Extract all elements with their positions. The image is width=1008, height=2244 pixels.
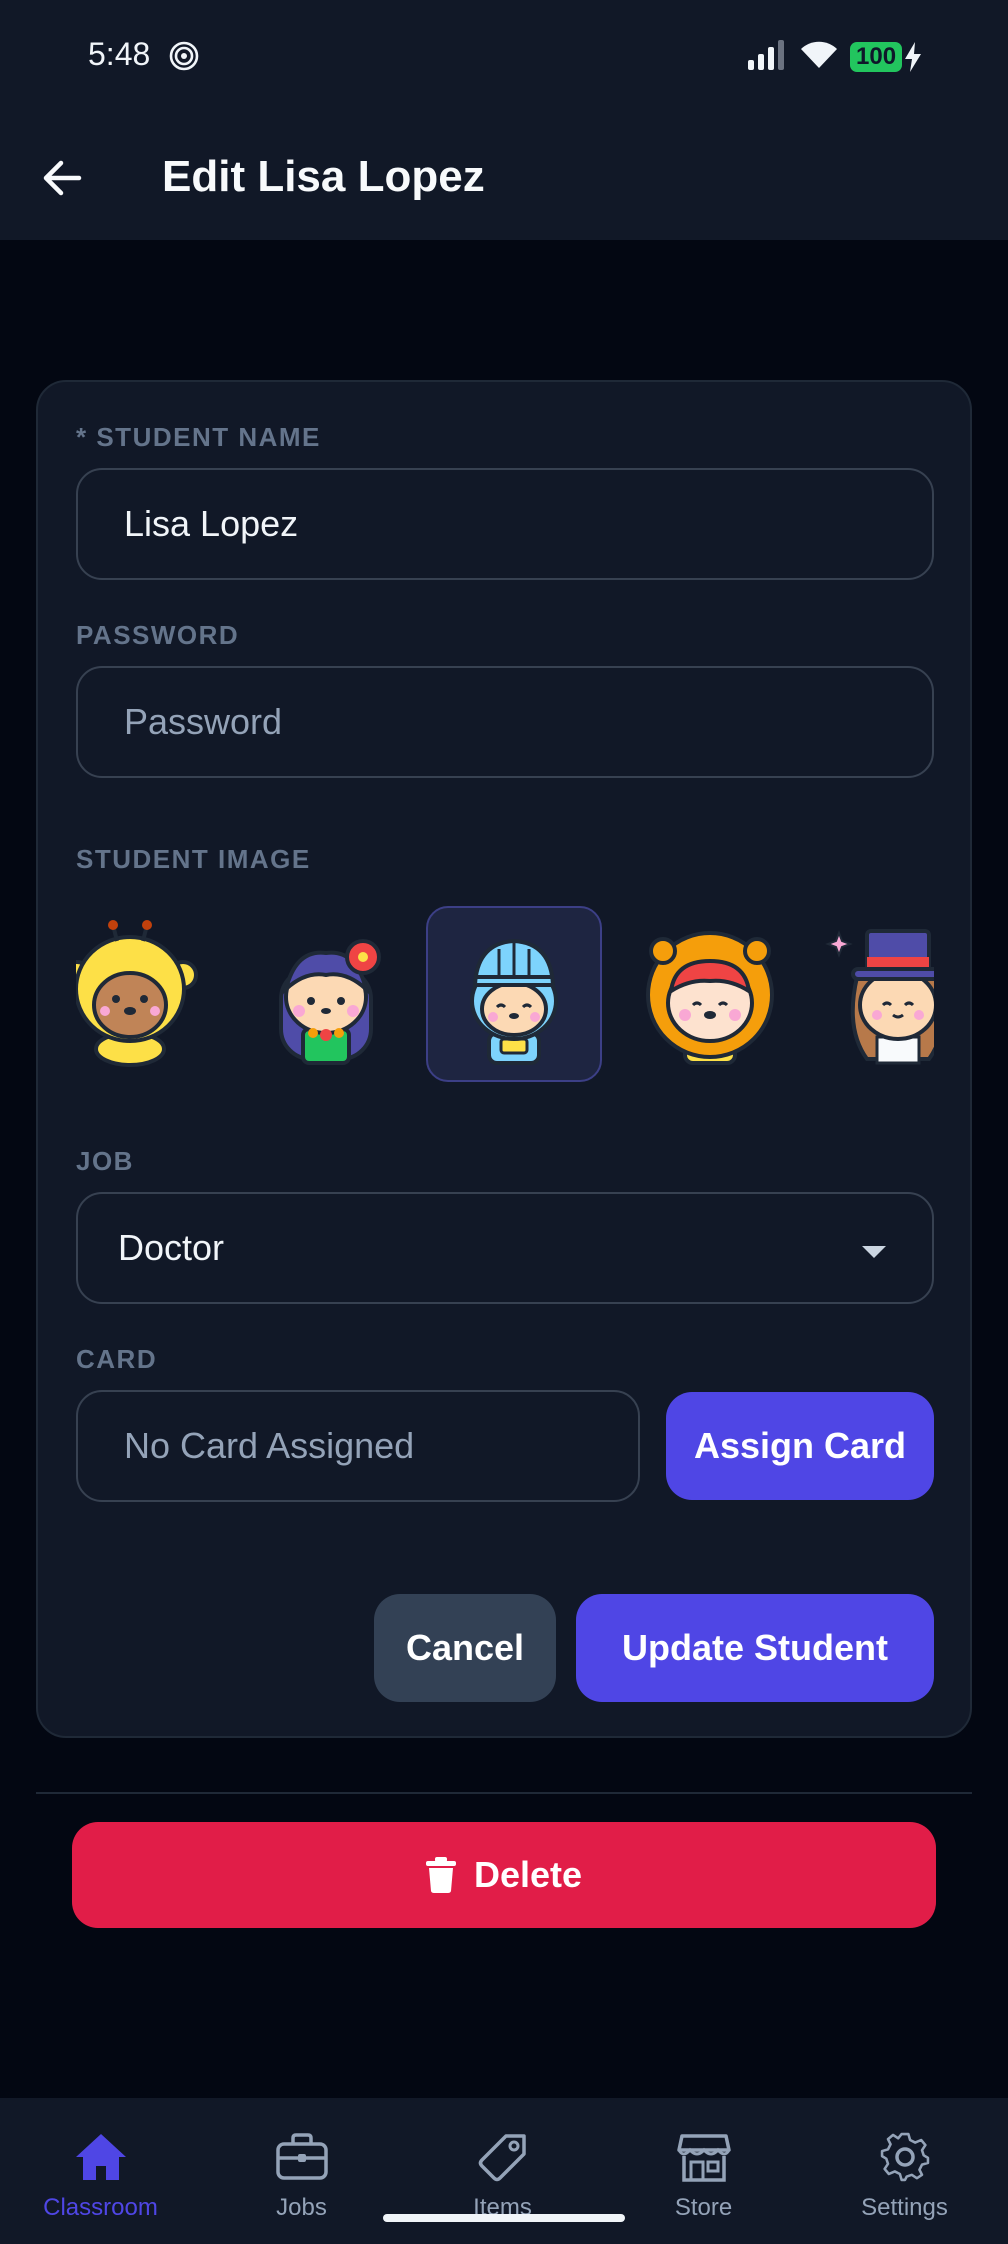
app-bar: Edit Lisa Lopez xyxy=(0,112,1008,240)
update-student-button[interactable]: Update Student xyxy=(576,1594,934,1702)
tab-label: Store xyxy=(674,2194,733,2221)
avatar-knight[interactable] xyxy=(426,906,602,1082)
lion-avatar-icon xyxy=(646,931,774,1065)
password-input[interactable]: Password xyxy=(76,666,934,778)
signal-icon xyxy=(748,40,784,70)
caret-down-icon xyxy=(862,1246,886,1258)
store-icon xyxy=(676,2134,731,2182)
status-bar: 5:48 100 xyxy=(0,0,1008,112)
student-image-label: STUDENT IMAGE xyxy=(76,844,311,874)
gear-icon xyxy=(880,2132,929,2182)
home-indicator[interactable] xyxy=(383,2214,625,2222)
status-time: 5:48 xyxy=(88,36,151,72)
card-label: CARD xyxy=(76,1344,158,1374)
back-button[interactable] xyxy=(34,150,90,206)
tag-icon xyxy=(478,2134,526,2182)
password-label: PASSWORD xyxy=(76,620,240,650)
divider xyxy=(36,1792,972,1794)
job-label: JOB xyxy=(76,1146,134,1176)
tab-label: Classroom xyxy=(43,2194,158,2221)
delete-label: Delete xyxy=(473,1854,583,1895)
flower-girl-avatar-icon xyxy=(279,939,381,1065)
student-name-input[interactable]: Lisa Lopez xyxy=(76,468,934,580)
avatar-magician[interactable] xyxy=(810,906,934,1082)
job-dropdown[interactable]: Doctor xyxy=(76,1192,934,1304)
battery-indicator: 100 xyxy=(850,42,903,72)
tab-settings[interactable]: Settings xyxy=(804,2098,1005,2244)
tab-store[interactable]: Store xyxy=(603,2098,804,2244)
avatar-giraffe[interactable] xyxy=(76,906,218,1082)
tab-label: Settings xyxy=(861,2194,948,2221)
page-title: Edit Lisa Lopez xyxy=(162,152,485,201)
trash-icon xyxy=(425,1857,456,1893)
bottom-tab-bar: Classroom Jobs Items Store Settings xyxy=(0,2098,1008,2244)
tab-label: Jobs xyxy=(276,2194,327,2221)
avatar-lion[interactable] xyxy=(622,906,798,1082)
tab-classroom[interactable]: Classroom xyxy=(0,2098,201,2244)
avatar-flower-girl[interactable] xyxy=(238,906,414,1082)
giraffe-avatar-icon xyxy=(76,920,198,1067)
tab-jobs[interactable]: Jobs xyxy=(201,2098,402,2244)
card-input[interactable]: No Card Assigned xyxy=(76,1390,640,1502)
student-name-label: * STUDENT NAME xyxy=(76,422,321,452)
student-name-value: Lisa Lopez xyxy=(124,503,299,544)
cancel-button[interactable]: Cancel xyxy=(374,1594,556,1702)
avatar-carousel[interactable] xyxy=(76,894,934,1088)
wifi-icon xyxy=(801,41,837,68)
briefcase-icon xyxy=(275,2133,328,2180)
swirl-icon xyxy=(169,41,199,71)
edit-student-form: * STUDENT NAME Lisa Lopez PASSWORD Passw… xyxy=(36,380,972,1738)
job-value: Doctor xyxy=(118,1227,225,1268)
assign-card-button[interactable]: Assign Card xyxy=(666,1392,934,1500)
card-placeholder: No Card Assigned xyxy=(124,1425,415,1466)
tab-items[interactable]: Items xyxy=(402,2098,603,2244)
home-icon xyxy=(75,2134,126,2180)
magician-avatar-icon xyxy=(825,929,934,1065)
arrow-left-icon xyxy=(43,160,82,196)
password-placeholder: Password xyxy=(124,701,283,742)
knight-avatar-icon xyxy=(470,938,558,1065)
charging-bolt-icon xyxy=(905,42,921,72)
delete-button[interactable]: Delete xyxy=(72,1822,936,1928)
